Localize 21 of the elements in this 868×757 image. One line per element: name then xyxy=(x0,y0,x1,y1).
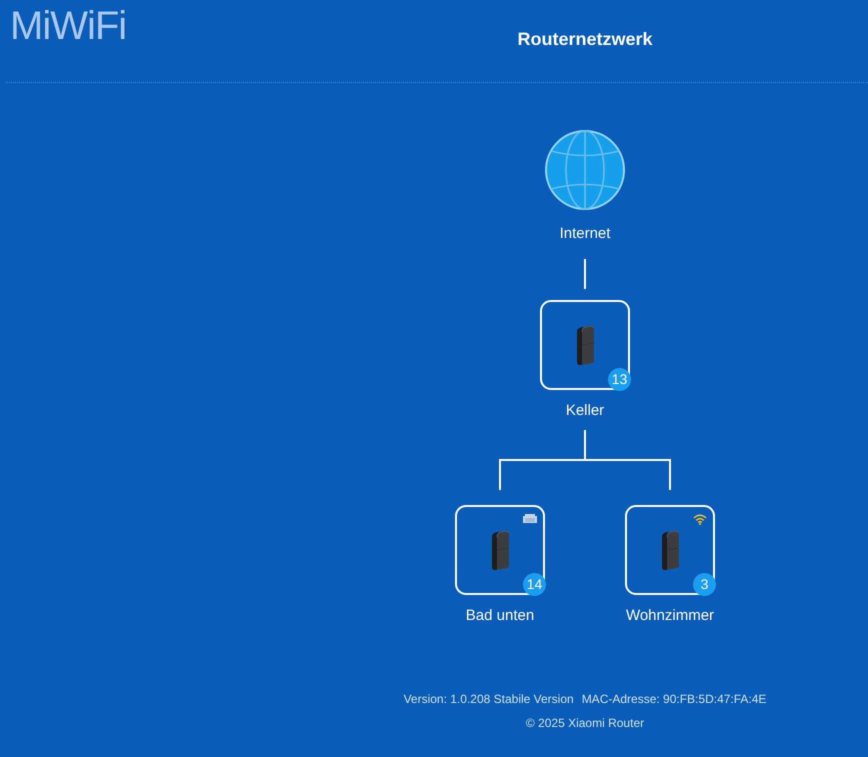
node-label: Wohnzimmer xyxy=(626,607,714,625)
version-text: Version: 1.0.208 Stabile Version xyxy=(404,691,574,707)
globe-icon xyxy=(545,130,625,210)
page-title: Routernetzwerk xyxy=(517,28,653,51)
router-icon xyxy=(575,325,595,365)
router-card[interactable]: 13 xyxy=(540,300,630,390)
node-label: Keller xyxy=(566,402,604,420)
router-card[interactable]: 14 xyxy=(455,505,545,595)
router-icon xyxy=(490,530,510,570)
node-label: Bad unten xyxy=(466,607,534,625)
client-count-badge: 14 xyxy=(523,573,546,596)
router-card[interactable]: 3 xyxy=(625,505,715,595)
mac-address-text: MAC-Adresse: 90:FB:5D:47:FA:4E xyxy=(582,691,766,707)
node-label: Internet xyxy=(560,225,610,243)
logo: MiWiFi xyxy=(10,6,126,46)
copyright-text: © 2025 Xiaomi Router xyxy=(526,715,644,731)
router-icon xyxy=(660,530,680,570)
client-count-badge: 3 xyxy=(693,573,716,596)
client-count-badge: 13 xyxy=(608,368,631,391)
wifi-icon xyxy=(693,514,707,525)
ethernet-port-icon xyxy=(523,514,537,523)
